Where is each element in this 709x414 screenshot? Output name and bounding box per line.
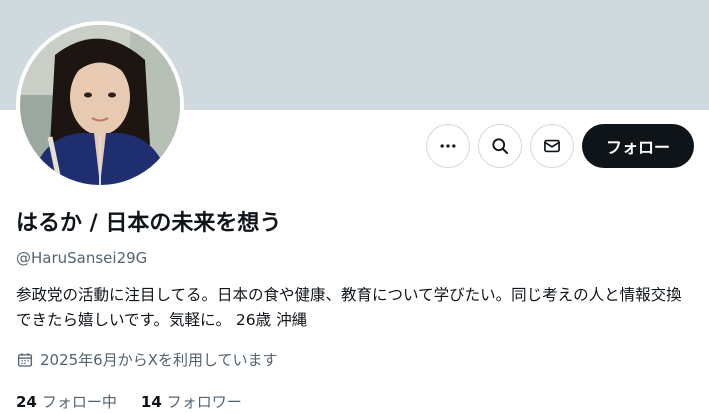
join-date: 2025年6月からXを利用しています <box>16 350 278 370</box>
display-name: はるか / 日本の未来を想う <box>16 211 282 236</box>
followers-link[interactable]: 14 フォロワー <box>141 392 242 412</box>
followers-count: 14 <box>140 393 162 411</box>
search-button[interactable] <box>478 124 522 168</box>
more-button[interactable] <box>426 124 470 168</box>
following-link[interactable]: 24 フォロー中 <box>16 392 117 412</box>
profile-page: フォロー はるか / 日本の未来を想う @HaruSansei29G 参政党の活… <box>0 0 709 414</box>
following-count: 24 <box>16 393 37 411</box>
search-icon <box>492 138 509 155</box>
profile-actions: フォロー <box>426 124 694 168</box>
followers-label: フォロワー <box>166 393 242 411</box>
join-date-text: 2025年6月からXを利用しています <box>40 351 278 369</box>
follow-stats: 24 フォロー中 14 フォロワー <box>16 392 242 412</box>
profile-bio: 参政党の活動に注目してる。日本の食や健康、教育について学びたい。同じ考えの人と情… <box>16 286 682 329</box>
more-icon <box>440 144 456 148</box>
calendar-icon <box>17 353 33 367</box>
follow-button[interactable]: フォロー <box>582 124 694 168</box>
avatar[interactable] <box>16 21 184 189</box>
following-label: フォロー中 <box>41 393 117 411</box>
avatar-photo <box>20 25 180 185</box>
message-button[interactable] <box>530 124 574 168</box>
envelope-icon <box>544 139 560 153</box>
user-handle: @HaruSansei29G <box>16 249 148 267</box>
